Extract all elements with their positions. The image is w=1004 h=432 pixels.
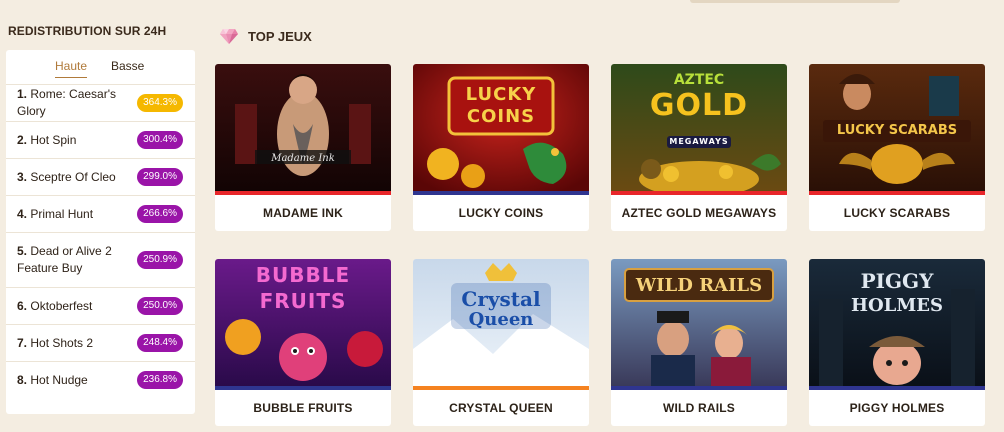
game-title: MADAME INK: [263, 206, 343, 220]
ranking-item[interactable]: 1. Rome: Caesar's Glory 364.3%: [6, 84, 195, 121]
ranking-item[interactable]: 2. Hot Spin 300.4%: [6, 121, 195, 158]
art-title-line1: Crystal: [461, 287, 541, 311]
game-title: BUBBLE FRUITS: [253, 401, 353, 415]
ranking-name: 2. Hot Spin: [17, 132, 77, 147]
art-title-line1: AZTEC: [673, 72, 725, 88]
rtp-badge: 299.0%: [137, 168, 183, 186]
game-title: WILD RAILS: [663, 401, 735, 415]
diamond-icon: [220, 29, 238, 44]
game-card-lucky-coins[interactable]: LUCKY COINS LUCKY COINS: [413, 64, 589, 231]
rtp-badge: 250.9%: [137, 251, 183, 269]
ranking-item[interactable]: 3. Sceptre Of Cleo 299.0%: [6, 158, 195, 195]
tab-basse[interactable]: Basse: [111, 59, 144, 77]
ranking-item[interactable]: 4. Primal Hunt 266.6%: [6, 195, 195, 232]
ranking-name: 4. Primal Hunt: [17, 206, 94, 221]
top-accent-bar: [690, 0, 900, 3]
game-card-piggy-holmes[interactable]: PIGGY HOLMES PIGGY HOLMES: [809, 259, 985, 426]
art-title: Madame Ink: [270, 153, 335, 164]
game-title: AZTEC GOLD MEGAWAYS: [621, 206, 777, 220]
rtp-badge: 250.0%: [137, 297, 183, 315]
game-thumbnail: Madame Ink: [215, 64, 391, 191]
game-card-madame-ink[interactable]: Madame Ink MADAME INK: [215, 64, 391, 231]
redistribution-sidebar: REDISTRIBUTION SUR 24H Haute Basse 1. Ro…: [0, 0, 200, 432]
game-card-aztec-gold-megaways[interactable]: AZTEC GOLD MEGAWAYS AZTEC GOLD MEGAWAYS: [611, 64, 787, 231]
game-title: CRYSTAL QUEEN: [449, 401, 553, 415]
ranking-item[interactable]: 8. Hot Nudge 236.8%: [6, 361, 195, 398]
ranking-item[interactable]: 5. Dead or Alive 2 Feature Buy 250.9%: [6, 232, 195, 287]
art-title-line2: HOLMES: [851, 295, 943, 316]
ranking-name: 8. Hot Nudge: [17, 372, 88, 387]
rtp-badge: 364.3%: [137, 94, 183, 112]
rtp-badge: 248.4%: [137, 334, 183, 352]
sidebar-title: REDISTRIBUTION SUR 24H: [8, 24, 167, 38]
rtp-badge: 300.4%: [137, 131, 183, 149]
game-card-crystal-queen[interactable]: Crystal Queen CRYSTAL QUEEN: [413, 259, 589, 426]
ranking-name: 5. Dead or Alive 2 Feature Buy: [17, 244, 112, 275]
art-title-line2: Queen: [468, 309, 534, 330]
section-title: TOP JEUX: [248, 29, 312, 44]
game-card-bubble-fruits[interactable]: BUBBLE FRUITS BUBBLE FRUITS: [215, 259, 391, 426]
ranking-name: 3. Sceptre Of Cleo: [17, 169, 116, 184]
game-card-lucky-scarabs[interactable]: LUCKY SCARABS LUCKY SCARABS: [809, 64, 985, 231]
game-title: LUCKY COINS: [458, 206, 544, 220]
art-title-line2: FRUITS: [259, 289, 347, 313]
game-title: LUCKY SCARABS: [843, 206, 951, 220]
ranking-list: 1. Rome: Caesar's Glory 364.3% 2. Hot Spi…: [6, 84, 195, 398]
art-title-line2: GOLD: [649, 88, 749, 123]
art-title-line2: COINS: [466, 106, 536, 127]
art-title-line1: LUCKY: [465, 84, 537, 105]
rtp-badge: 236.8%: [137, 371, 183, 389]
tab-haute[interactable]: Haute: [55, 59, 88, 78]
ranking-name: 7. Hot Shots 2: [17, 335, 94, 350]
ranking-item[interactable]: 6. Oktoberfest 250.0%: [6, 287, 195, 324]
art-title: LUCKY SCARABS: [836, 123, 958, 138]
art-title-line1: BUBBLE: [255, 263, 351, 287]
ranking-name: 1. Rome: Caesar's Glory: [17, 87, 117, 118]
art-subtitle: MEGAWAYS: [669, 137, 729, 146]
game-card-wild-rails[interactable]: WILD RAILS WILD RAILS: [611, 259, 787, 426]
art-title: WILD RAILS: [635, 275, 763, 296]
ranking-name: 6. Oktoberfest: [17, 298, 93, 313]
rtp-tabs: Haute Basse: [6, 50, 195, 84]
rtp-badge: 266.6%: [137, 205, 183, 223]
redistribution-panel: Haute Basse 1. Rome: Caesar's Glory 364.3…: [6, 50, 195, 414]
art-title-line1: PIGGY: [860, 269, 934, 293]
game-title: PIGGY HOLMES: [849, 401, 945, 415]
ranking-item[interactable]: 7. Hot Shots 2 248.4%: [6, 324, 195, 361]
